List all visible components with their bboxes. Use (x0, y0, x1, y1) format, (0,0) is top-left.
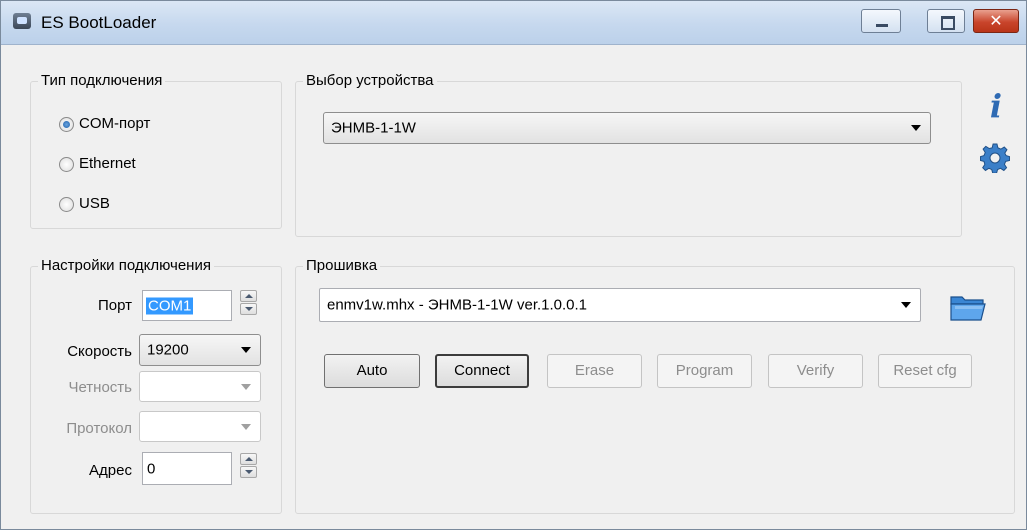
app-icon (13, 13, 31, 29)
minimize-button[interactable] (861, 9, 901, 33)
close-button[interactable]: ✕ (973, 9, 1019, 33)
gear-icon[interactable] (980, 143, 1010, 173)
erase-button[interactable]: Erase (547, 354, 642, 388)
radio-label-ethernet: Ethernet (79, 155, 136, 172)
verify-button[interactable]: Verify (768, 354, 863, 388)
protocol-label: Протокол (66, 420, 132, 437)
port-spinner[interactable] (240, 290, 257, 315)
port-label: Порт (97, 297, 132, 314)
address-input[interactable]: 0 (142, 452, 232, 485)
minimize-icon (876, 24, 888, 27)
chevron-down-icon (241, 423, 251, 430)
maximize-icon (941, 16, 955, 30)
radio-button[interactable] (59, 197, 74, 212)
radio-button-checked[interactable] (59, 117, 74, 132)
connection-type-legend: Тип подключения (38, 72, 166, 89)
maximize-button[interactable] (927, 9, 965, 33)
speed-dropdown-value: 19200 (147, 341, 189, 359)
radio-label-com-port: COM-порт (79, 115, 151, 132)
protocol-dropdown (139, 411, 261, 442)
spin-up-icon[interactable] (240, 290, 257, 302)
chevron-down-icon (241, 347, 251, 353)
spin-down-icon[interactable] (240, 466, 257, 478)
firmware-file-value: enmv1w.mhx - ЭНМВ-1-1W ver.1.0.0.1 (327, 296, 588, 314)
speed-dropdown[interactable]: 19200 (139, 334, 261, 366)
reset-cfg-button[interactable]: Reset cfg (878, 354, 972, 388)
device-select-group (295, 81, 962, 237)
address-input-value: 0 (147, 460, 156, 477)
device-select-legend: Выбор устройства (303, 72, 437, 89)
window-title: ES BootLoader (41, 13, 157, 32)
address-label: Адрес (89, 462, 132, 479)
folder-open-icon[interactable] (949, 292, 987, 322)
title-bar[interactable]: ES BootLoader ✕ (1, 1, 1026, 45)
spin-up-icon[interactable] (240, 453, 257, 465)
parity-label: Четность (68, 379, 132, 396)
device-dropdown[interactable]: ЭНМВ-1-1W (323, 112, 931, 144)
device-dropdown-value: ЭНМВ-1-1W (331, 119, 416, 137)
app-window: ES BootLoader ✕ Тип подключения COM-порт… (0, 0, 1027, 530)
connect-button[interactable]: Connect (435, 354, 529, 388)
chevron-down-icon (911, 125, 921, 131)
firmware-legend: Прошивка (303, 257, 381, 274)
spin-down-icon[interactable] (240, 303, 257, 315)
program-button[interactable]: Program (657, 354, 752, 388)
chevron-down-icon (241, 383, 251, 390)
parity-dropdown (139, 371, 261, 402)
speed-label: Скорость (67, 343, 132, 360)
radio-button[interactable] (59, 157, 74, 172)
address-spinner[interactable] (240, 453, 257, 478)
radio-label-usb: USB (79, 195, 110, 212)
close-icon: ✕ (989, 11, 1003, 30)
chevron-down-icon (901, 302, 911, 308)
info-icon[interactable]: i (983, 89, 1009, 123)
connection-settings-legend: Настройки подключения (38, 257, 214, 274)
port-input-value: COM1 (146, 297, 194, 314)
port-input[interactable]: COM1 (142, 290, 232, 321)
firmware-file-dropdown[interactable]: enmv1w.mhx - ЭНМВ-1-1W ver.1.0.0.1 (319, 288, 921, 322)
auto-button[interactable]: Auto (324, 354, 420, 388)
